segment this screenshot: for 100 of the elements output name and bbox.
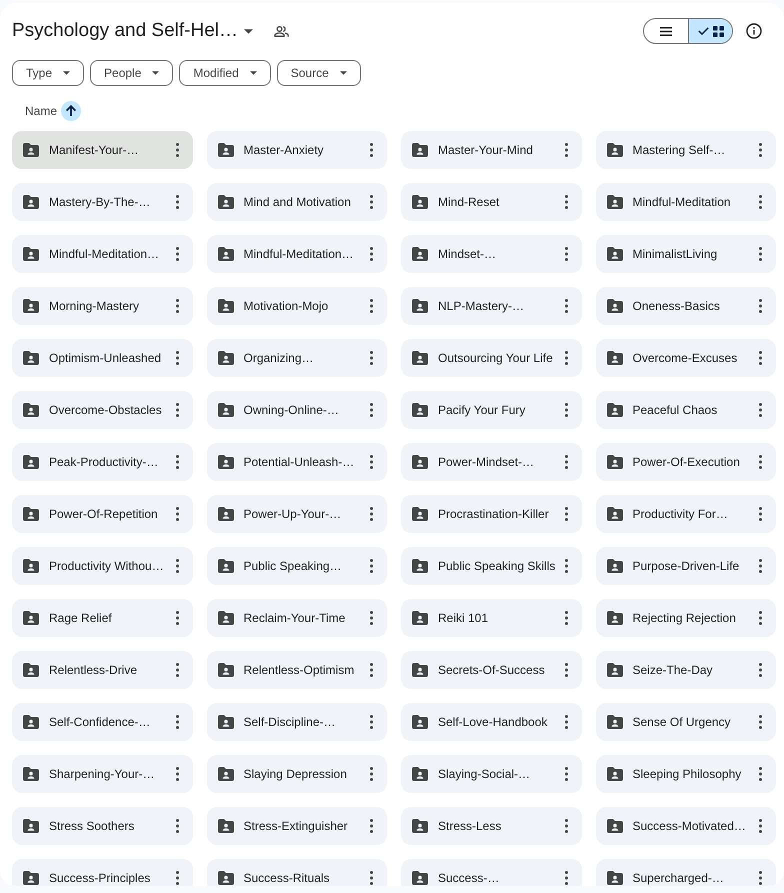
folder-tile[interactable]: Potential-Unleash-… bbox=[206, 443, 387, 481]
more-options-icon[interactable] bbox=[370, 871, 373, 885]
more-options-icon[interactable] bbox=[176, 819, 178, 833]
folder-tile[interactable]: Outsourcing Your Life bbox=[401, 339, 582, 377]
folder-tile[interactable]: Mindset-… bbox=[401, 235, 582, 273]
folder-tile[interactable]: Peaceful Chaos bbox=[596, 391, 776, 429]
folder-tile[interactable]: Slaying-Social-… bbox=[401, 755, 582, 793]
more-options-icon[interactable] bbox=[759, 715, 762, 729]
more-options-icon[interactable] bbox=[370, 767, 373, 781]
more-options-icon[interactable] bbox=[759, 663, 762, 677]
folder-tile[interactable]: Overcome-Obstacles bbox=[12, 391, 192, 429]
folder-tile[interactable]: Rejecting Rejection bbox=[596, 599, 776, 637]
more-options-icon[interactable] bbox=[370, 663, 373, 677]
folder-tile[interactable]: Rage Relief bbox=[12, 599, 192, 637]
more-options-icon[interactable] bbox=[176, 403, 178, 417]
more-options-icon[interactable] bbox=[176, 195, 178, 209]
folder-tile[interactable]: Power-Of-Execution bbox=[596, 443, 776, 481]
more-options-icon[interactable] bbox=[370, 559, 373, 573]
more-options-icon[interactable] bbox=[564, 819, 568, 833]
more-options-icon[interactable] bbox=[759, 403, 762, 417]
folder-tile[interactable]: Slaying Depression bbox=[206, 755, 387, 793]
more-options-icon[interactable] bbox=[564, 195, 568, 209]
folder-tile[interactable]: Optimism-Unleashed bbox=[12, 339, 192, 377]
more-options-icon[interactable] bbox=[564, 715, 568, 729]
more-options-icon[interactable] bbox=[370, 819, 373, 833]
more-options-icon[interactable] bbox=[370, 195, 373, 209]
folder-tile[interactable]: Stress Soothers bbox=[12, 807, 192, 845]
filter-chip[interactable]: Modified bbox=[179, 60, 271, 86]
folder-tile[interactable]: Sense Of Urgency bbox=[596, 703, 776, 741]
more-options-icon[interactable] bbox=[176, 611, 178, 625]
more-options-icon[interactable] bbox=[564, 507, 568, 521]
folder-tile[interactable]: Peak-Productivity-… bbox=[12, 443, 192, 481]
folder-tile[interactable]: Sharpening-Your-… bbox=[12, 755, 192, 793]
more-options-icon[interactable] bbox=[759, 299, 762, 313]
more-options-icon[interactable] bbox=[176, 455, 178, 469]
grid-view-button[interactable] bbox=[688, 19, 732, 43]
folder-tile[interactable]: Organizing… bbox=[206, 339, 387, 377]
arrow-up-icon[interactable] bbox=[61, 101, 82, 121]
folder-tile[interactable]: Mind-Reset bbox=[401, 183, 582, 221]
more-options-icon[interactable] bbox=[370, 247, 373, 261]
more-options-icon[interactable] bbox=[564, 455, 568, 469]
folder-tile[interactable]: Self-Love-Handbook bbox=[401, 703, 582, 741]
more-options-icon[interactable] bbox=[176, 143, 178, 157]
more-options-icon[interactable] bbox=[370, 455, 373, 469]
folder-tile[interactable]: Seize-The-Day bbox=[596, 651, 776, 689]
more-options-icon[interactable] bbox=[759, 819, 762, 833]
folder-tile[interactable]: Public Speaking… bbox=[206, 547, 387, 585]
folder-tile[interactable]: Master-Your-Mind bbox=[401, 131, 582, 169]
folder-tile[interactable]: Success-Motivated… bbox=[596, 807, 776, 845]
folder-tile[interactable]: Power-Up-Your-… bbox=[206, 495, 387, 533]
more-options-icon[interactable] bbox=[370, 715, 373, 729]
more-options-icon[interactable] bbox=[564, 559, 568, 573]
more-options-icon[interactable] bbox=[564, 663, 568, 677]
folder-tile[interactable]: Mastery-By-The-… bbox=[12, 183, 192, 221]
people-icon[interactable] bbox=[274, 26, 289, 36]
folder-tile[interactable]: Purpose-Driven-Life bbox=[596, 547, 776, 585]
more-options-icon[interactable] bbox=[759, 195, 762, 209]
folder-tile[interactable]: Relentless-Optimism bbox=[206, 651, 387, 689]
folder-tile[interactable]: Productivity For… bbox=[596, 495, 776, 533]
caret-icon[interactable] bbox=[244, 28, 253, 34]
folder-tile[interactable]: Success-Principles bbox=[12, 859, 192, 886]
filter-chip[interactable]: People bbox=[90, 60, 174, 86]
more-options-icon[interactable] bbox=[759, 507, 762, 521]
folder-tile[interactable]: Procrastination-Killer bbox=[401, 495, 582, 533]
more-options-icon[interactable] bbox=[370, 611, 373, 625]
folder-tile[interactable]: Mindful-Meditation… bbox=[12, 235, 192, 273]
more-options-icon[interactable] bbox=[176, 767, 178, 781]
folder-tile[interactable]: Manifest-Your-… bbox=[12, 131, 192, 169]
folder-tile[interactable]: Supercharged-… bbox=[596, 859, 776, 886]
folder-tile[interactable]: Mind and Motivation bbox=[206, 183, 387, 221]
folder-tile[interactable]: Reiki 101 bbox=[401, 599, 582, 637]
folder-tile[interactable]: Sleeping Philosophy bbox=[596, 755, 776, 793]
more-options-icon[interactable] bbox=[564, 299, 568, 313]
more-options-icon[interactable] bbox=[176, 299, 178, 313]
more-options-icon[interactable] bbox=[759, 611, 762, 625]
folder-tile[interactable]: Reclaim-Your-Time bbox=[206, 599, 387, 637]
folder-tile[interactable]: Owning-Online-… bbox=[206, 391, 387, 429]
more-options-icon[interactable] bbox=[759, 455, 762, 469]
folder-tile[interactable]: Secrets-Of-Success bbox=[401, 651, 582, 689]
more-options-icon[interactable] bbox=[176, 663, 178, 677]
folder-tile[interactable]: Mindful-Meditation… bbox=[206, 235, 387, 273]
more-options-icon[interactable] bbox=[176, 351, 178, 365]
more-options-icon[interactable] bbox=[370, 507, 373, 521]
more-options-icon[interactable] bbox=[759, 871, 762, 885]
more-options-icon[interactable] bbox=[759, 247, 762, 261]
folder-tile[interactable]: Public Speaking Skills bbox=[401, 547, 582, 585]
more-options-icon[interactable] bbox=[176, 559, 178, 573]
sort-column-label[interactable]: Name bbox=[25, 104, 58, 118]
folder-tile[interactable]: Productivity Withou… bbox=[12, 547, 192, 585]
folder-tile[interactable]: NLP-Mastery-… bbox=[401, 287, 582, 325]
more-options-icon[interactable] bbox=[176, 871, 178, 885]
folder-tile[interactable]: Success-… bbox=[401, 859, 582, 886]
folder-tile[interactable]: Oneness-Basics bbox=[596, 287, 776, 325]
folder-tile[interactable]: Self-Discipline-… bbox=[206, 703, 387, 741]
info-icon[interactable] bbox=[746, 23, 762, 39]
more-options-icon[interactable] bbox=[176, 507, 178, 521]
folder-tile[interactable]: Power-Of-Repetition bbox=[12, 495, 192, 533]
filter-chip[interactable]: Type bbox=[12, 60, 84, 86]
folder-tile[interactable]: Mindful-Meditation bbox=[596, 183, 776, 221]
folder-tile[interactable]: Success-Rituals bbox=[206, 859, 387, 886]
